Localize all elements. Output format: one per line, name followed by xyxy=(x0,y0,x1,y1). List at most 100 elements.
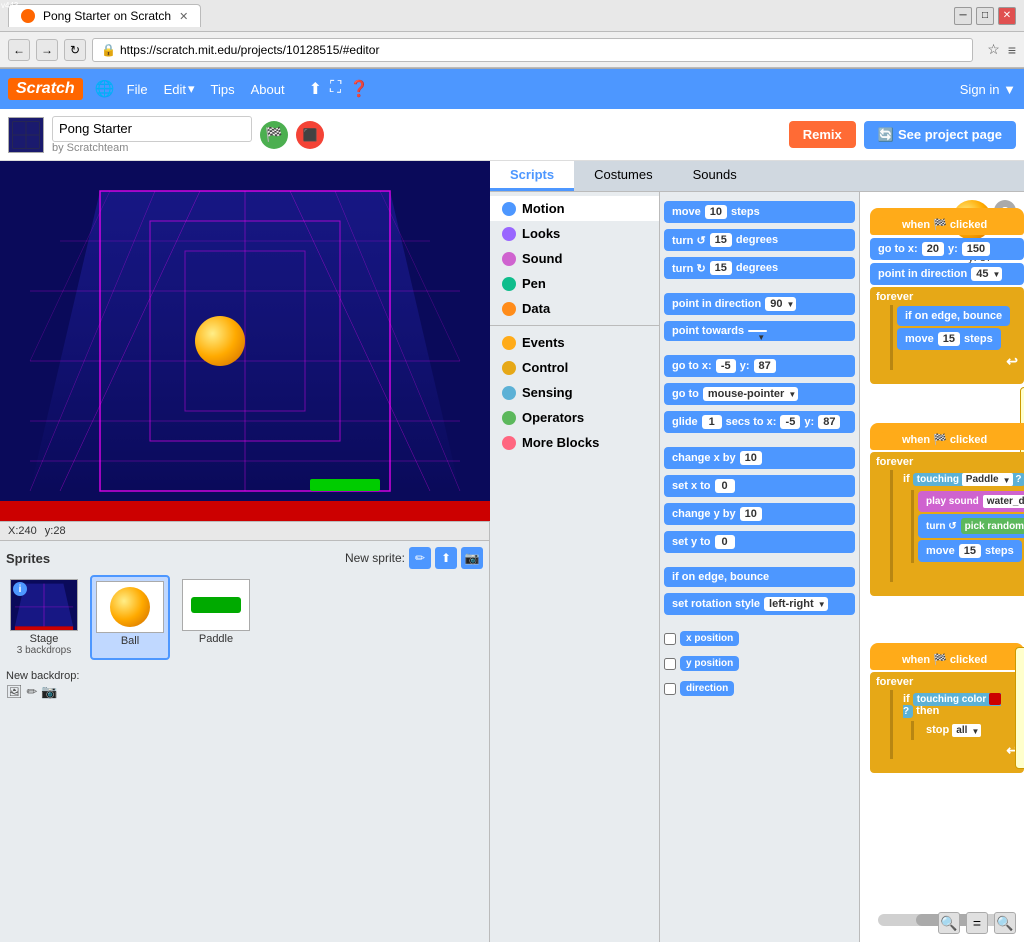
back-button[interactable]: ← xyxy=(8,39,30,61)
category-operators[interactable]: Operators xyxy=(490,405,659,430)
stage-info-icon[interactable]: i xyxy=(13,582,27,596)
block-turn-left[interactable]: turn ↺ 15 degrees xyxy=(664,229,855,251)
nav-tips[interactable]: Tips xyxy=(211,82,235,97)
block-input-change-x[interactable]: 10 xyxy=(740,451,762,465)
block-dropdown-towards[interactable] xyxy=(748,330,767,332)
browser-tab[interactable]: Pong Starter on Scratch ✕ xyxy=(8,4,201,27)
project-name-input[interactable] xyxy=(52,116,252,142)
green-flag-button[interactable]: 🏁 xyxy=(260,121,288,149)
zoom-in-button[interactable]: 🔍 xyxy=(938,912,960,934)
stop-button[interactable]: ⬛ xyxy=(296,121,324,149)
direction-checkbox[interactable] xyxy=(664,683,676,695)
block-dropdown-rotation[interactable]: left-right xyxy=(764,597,828,611)
tab-close-button[interactable]: ✕ xyxy=(179,10,188,23)
stop-dropdown[interactable]: all xyxy=(952,724,981,737)
if-on-edge-bounce[interactable]: if on edge, bounce xyxy=(897,306,1010,326)
forever-block-1[interactable]: forever if on edge, bounce move 15 steps… xyxy=(870,287,1024,384)
see-project-button[interactable]: 🔄 See project page xyxy=(864,121,1016,149)
paddle-sprite-item[interactable]: Paddle xyxy=(178,575,254,660)
tab-scripts[interactable]: Scripts xyxy=(490,161,574,191)
minimize-button[interactable]: ─ xyxy=(954,7,972,25)
nav-edit[interactable]: Edit ▾ xyxy=(164,81,195,97)
block-goto-xy[interactable]: go to x: -5 y: 87 xyxy=(664,355,855,377)
camera-backdrop-button[interactable]: 📷 xyxy=(41,684,57,700)
category-data[interactable]: Data xyxy=(490,296,659,321)
block-input-steps[interactable]: 10 xyxy=(705,205,727,219)
move-15-steps-1[interactable]: move 15 steps xyxy=(897,328,1001,350)
upload-backdrop-button[interactable]: ✏ xyxy=(27,684,38,700)
category-pen[interactable]: Pen xyxy=(490,271,659,296)
scratch-logo[interactable]: Scratch xyxy=(8,78,83,100)
block-set-y[interactable]: set y to 0 xyxy=(664,531,855,553)
block-input-glide-secs[interactable]: 1 xyxy=(702,415,722,429)
block-glide[interactable]: glide 1 secs to x: -5 y: 87 xyxy=(664,411,855,433)
block-set-rotation[interactable]: set rotation style left-right xyxy=(664,593,855,615)
block-input-turn-left[interactable]: 15 xyxy=(710,233,732,247)
color-swatch[interactable] xyxy=(989,693,1001,705)
category-control[interactable]: Control xyxy=(490,355,659,380)
nav-file[interactable]: File xyxy=(127,82,148,97)
sound-dropdown[interactable]: water_drop xyxy=(983,495,1024,508)
zoom-out-button[interactable]: 🔍 xyxy=(994,912,1016,934)
script-canvas[interactable]: ? x: -4 y: 87 when 🏁 clicked go to x: 20… xyxy=(860,192,1024,942)
play-sound-water-drop[interactable]: play sound water_drop xyxy=(918,491,1024,512)
nav-about[interactable]: About xyxy=(251,82,285,97)
when-clicked-2[interactable]: when 🏁 clicked xyxy=(870,423,1024,450)
refresh-button[interactable]: ↻ xyxy=(64,39,86,61)
block-input-change-y[interactable]: 10 xyxy=(740,507,762,521)
block-change-x[interactable]: change x by 10 xyxy=(664,447,855,469)
forward-button[interactable]: → xyxy=(36,39,58,61)
y-position-checkbox[interactable] xyxy=(664,658,676,670)
block-dropdown-goto[interactable]: mouse-pointer xyxy=(703,387,798,401)
category-sensing[interactable]: Sensing xyxy=(490,380,659,405)
category-looks[interactable]: Looks xyxy=(490,221,659,246)
when-clicked-1[interactable]: when 🏁 clicked xyxy=(870,208,1024,235)
remix-button[interactable]: Remix xyxy=(789,121,856,148)
when-clicked-3[interactable]: when 🏁 clicked xyxy=(870,643,1024,670)
block-turn-right[interactable]: turn ↻ 15 degrees xyxy=(664,257,855,279)
sign-in-button[interactable]: Sign in ▼ xyxy=(960,82,1016,97)
if-touching-paddle[interactable]: if touching Paddle ? then xyxy=(897,470,1024,489)
upload-icon[interactable]: ⬆ xyxy=(309,79,322,99)
if-touching-color[interactable]: if touching color ? then xyxy=(897,690,1018,720)
star-icon[interactable]: ☆ xyxy=(987,41,1000,58)
stop-all-block[interactable]: stop all xyxy=(918,721,1018,740)
x-position-checkbox[interactable] xyxy=(664,633,676,645)
menu-icon[interactable]: ≡ xyxy=(1008,42,1016,58)
globe-icon[interactable]: 🌐 xyxy=(95,79,115,99)
tab-costumes[interactable]: Costumes xyxy=(574,161,673,191)
upload-sprite-button[interactable]: ⬆ xyxy=(435,547,457,569)
goto-xy-20-150[interactable]: go to x: 20 y: 150 xyxy=(870,238,1024,260)
block-input-goto-y[interactable]: 87 xyxy=(754,359,776,373)
block-goto-mouse[interactable]: go to mouse-pointer xyxy=(664,383,855,405)
category-sound[interactable]: Sound xyxy=(490,246,659,271)
category-events[interactable]: Events xyxy=(490,330,659,355)
category-more-blocks[interactable]: More Blocks xyxy=(490,430,659,455)
maximize-button[interactable]: □ xyxy=(976,7,994,25)
block-change-y[interactable]: change y by 10 xyxy=(664,503,855,525)
forever-block-2[interactable]: forever if touching Paddle ? then play s… xyxy=(870,452,1024,596)
url-bar[interactable]: 🔒 https://scratch.mit.edu/projects/10128… xyxy=(92,38,973,62)
close-button[interactable]: ✕ xyxy=(998,7,1016,25)
block-direction[interactable]: direction xyxy=(680,681,734,696)
ball-sprite-item[interactable]: Ball xyxy=(90,575,170,660)
forever-block-3[interactable]: forever if touching color ? then stop al… xyxy=(870,672,1024,773)
paint-sprite-button[interactable]: ✏ xyxy=(409,547,431,569)
block-input-glide-x[interactable]: -5 xyxy=(780,415,800,429)
block-input-set-x[interactable]: 0 xyxy=(715,479,735,493)
block-y-position[interactable]: y position xyxy=(680,656,739,671)
turn-pick-random[interactable]: turn ↺ pick random 160 to 200 degrees xyxy=(918,514,1024,538)
help-circle-icon[interactable]: ❓ xyxy=(349,79,369,99)
camera-sprite-button[interactable]: 📷 xyxy=(461,547,483,569)
block-input-set-y[interactable]: 0 xyxy=(715,535,735,549)
paddle-dropdown[interactable]: Paddle xyxy=(962,473,1013,486)
block-move-steps[interactable]: move 10 steps xyxy=(664,201,855,223)
tab-sounds[interactable]: Sounds xyxy=(673,161,757,191)
category-motion[interactable]: Motion xyxy=(490,196,659,221)
block-dropdown-direction[interactable]: 90 xyxy=(765,297,796,311)
fullscreen-icon[interactable]: ⛶ xyxy=(330,79,341,99)
block-if-on-edge[interactable]: if on edge, bounce xyxy=(664,567,855,587)
stage[interactable] xyxy=(0,161,490,521)
block-set-x[interactable]: set x to 0 xyxy=(664,475,855,497)
stage-sprite-item[interactable]: i Stage 3 backdrops xyxy=(6,575,82,660)
